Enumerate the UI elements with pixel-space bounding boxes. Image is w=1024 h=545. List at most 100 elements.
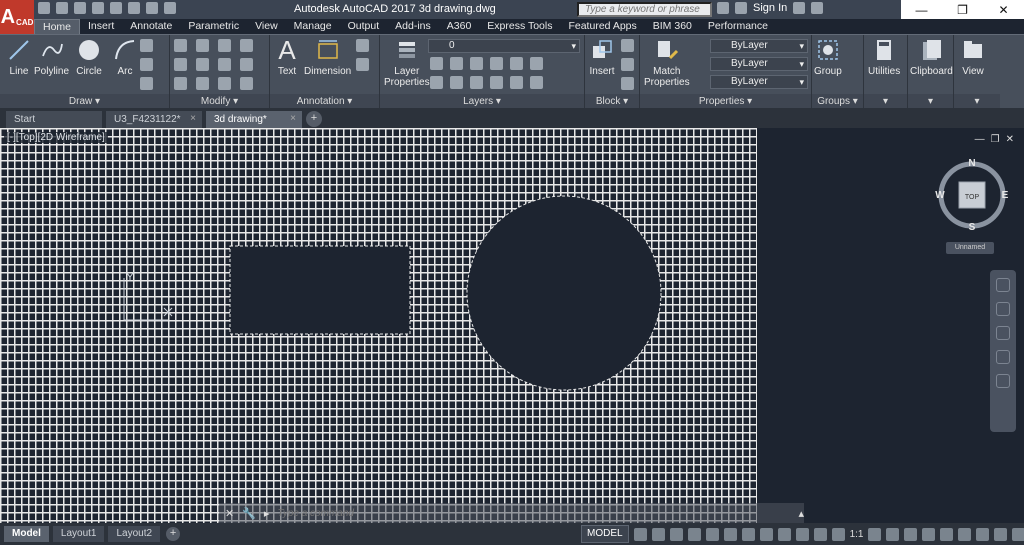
layer-unlock-icon[interactable]: [490, 76, 503, 89]
object-snap-icon[interactable]: [741, 527, 755, 541]
tab-featured-apps[interactable]: Featured Apps: [560, 19, 644, 34]
showmotion-icon[interactable]: [996, 374, 1010, 388]
steering-wheel-icon[interactable]: [996, 278, 1010, 292]
isodraft-icon[interactable]: [705, 527, 719, 541]
application-menu-button[interactable]: A CAD: [0, 0, 34, 34]
line-tool[interactable]: Line: [6, 37, 32, 77]
polyline-tool[interactable]: Polyline: [34, 37, 69, 77]
match-properties-tool[interactable]: Match Properties: [644, 37, 690, 88]
layer-on-icon[interactable]: [430, 76, 443, 89]
layer-thaw-icon[interactable]: [470, 76, 483, 89]
insert-tool[interactable]: Insert: [589, 37, 615, 77]
pan-icon[interactable]: [996, 302, 1010, 316]
selection-cycling-icon[interactable]: [795, 527, 809, 541]
transparency-icon[interactable]: [777, 527, 791, 541]
hatch-boundary-rectangle[interactable]: [229, 245, 411, 335]
offset-icon[interactable]: [240, 77, 253, 90]
layer-lock-icon[interactable]: [490, 57, 503, 70]
save-as-icon[interactable]: [92, 2, 104, 14]
viewport-restore-icon[interactable]: ❐: [991, 134, 1000, 145]
tab-bim360[interactable]: BIM 360: [645, 19, 700, 34]
restore-button[interactable]: ❐: [942, 0, 983, 19]
array-icon[interactable]: [218, 77, 231, 90]
search-input[interactable]: [577, 2, 712, 17]
plot-icon[interactable]: [110, 2, 122, 14]
tab-home[interactable]: Home: [34, 19, 81, 34]
doc-tab-3d-drawing[interactable]: 3d drawing* ×: [206, 111, 302, 128]
dimension-tool[interactable]: Dimension: [304, 37, 351, 77]
sign-in-link[interactable]: Sign In: [753, 2, 787, 14]
new-file-icon[interactable]: [38, 2, 50, 14]
quick-properties-icon[interactable]: [922, 527, 936, 541]
fillet-icon[interactable]: [218, 58, 231, 71]
command-close-icon[interactable]: ✕: [225, 507, 234, 520]
layer-off-icon[interactable]: [430, 57, 443, 70]
utilities-panel-label[interactable]: ▾: [864, 94, 907, 109]
layer-walk-icon[interactable]: [530, 76, 543, 89]
view-panel-label[interactable]: ▾: [954, 94, 1000, 109]
close-tab-icon[interactable]: ×: [190, 113, 196, 124]
draw-panel-label[interactable]: Draw ▾: [0, 94, 169, 109]
viewport-minimize-icon[interactable]: —: [975, 134, 985, 145]
scale-icon[interactable]: [196, 77, 209, 90]
edit-block-icon[interactable]: [621, 58, 634, 71]
clean-screen-icon[interactable]: [994, 527, 1008, 541]
rectangle-icon[interactable]: [140, 39, 153, 52]
annotation-panel-label[interactable]: Annotation ▾: [270, 94, 379, 109]
tab-add-ins[interactable]: Add-ins: [387, 19, 439, 34]
ortho-icon[interactable]: [669, 527, 683, 541]
drawing-canvas[interactable]: [-][Top][2D Wireframe]: [0, 128, 757, 523]
ellipse-icon[interactable]: [140, 77, 153, 90]
group-tool[interactable]: Group: [814, 37, 842, 77]
command-customize-icon[interactable]: 🔧: [242, 507, 256, 520]
help-icon[interactable]: [811, 2, 824, 14]
properties-panel-label[interactable]: Properties ▾: [640, 94, 811, 109]
circle-tool[interactable]: Circle: [76, 37, 102, 77]
rotate-icon[interactable]: [196, 39, 209, 52]
explode-icon[interactable]: [240, 58, 253, 71]
linetype-dropdown[interactable]: ByLayer: [710, 57, 808, 71]
view-tool[interactable]: View: [960, 37, 986, 77]
color-dropdown[interactable]: ByLayer: [710, 39, 808, 53]
units-icon[interactable]: [904, 527, 918, 541]
copy-icon[interactable]: [174, 58, 187, 71]
layer-properties-tool[interactable]: Layer Properties: [384, 37, 430, 88]
orbit-icon[interactable]: [996, 350, 1010, 364]
command-input[interactable]: [277, 507, 791, 519]
ucs-dropdown[interactable]: Unnamed: [946, 242, 994, 254]
minimize-button[interactable]: —: [901, 0, 942, 19]
leader-icon[interactable]: [356, 39, 369, 52]
viewport-close-icon[interactable]: ✕: [1006, 134, 1014, 145]
user-icon[interactable]: [735, 2, 747, 14]
clipboard-tool[interactable]: Clipboard: [910, 37, 953, 77]
layer-dropdown[interactable]: 0: [428, 39, 580, 53]
move-icon[interactable]: [174, 39, 187, 52]
auto-scale-icon[interactable]: [831, 527, 845, 541]
layout-tab-model[interactable]: Model: [4, 526, 49, 542]
command-history-icon[interactable]: ▴: [798, 507, 804, 520]
close-tab-icon[interactable]: ×: [290, 113, 296, 124]
groups-panel-label[interactable]: Groups ▾: [812, 94, 863, 109]
annotation-visibility-icon[interactable]: [813, 527, 827, 541]
block-panel-label[interactable]: Block ▾: [585, 94, 639, 109]
annotation-scale[interactable]: 1:1: [850, 529, 864, 540]
workspace-gear-icon[interactable]: [868, 527, 882, 541]
modify-panel-label[interactable]: Modify ▾: [170, 94, 269, 109]
grid-icon[interactable]: [633, 527, 647, 541]
redo-icon[interactable]: [146, 2, 158, 14]
arc-tool[interactable]: Arc: [112, 37, 138, 77]
lineweight-dropdown[interactable]: ByLayer: [710, 75, 808, 89]
hardware-acceleration-icon[interactable]: [976, 527, 990, 541]
create-block-icon[interactable]: [621, 39, 634, 52]
layers-panel-label[interactable]: Layers ▾: [380, 94, 584, 109]
isolate-objects-icon[interactable]: [958, 527, 972, 541]
viewport-controls-label[interactable]: [-][Top][2D Wireframe]: [4, 132, 108, 143]
table-icon[interactable]: [356, 58, 369, 71]
exchange-apps-icon[interactable]: [793, 2, 806, 14]
close-button[interactable]: ✕: [983, 0, 1024, 19]
tab-parametric[interactable]: Parametric: [180, 19, 247, 34]
snap-icon[interactable]: [651, 527, 665, 541]
layer-previous-icon[interactable]: [530, 57, 543, 70]
undo-icon[interactable]: [128, 2, 140, 14]
layer-freeze-icon[interactable]: [470, 57, 483, 70]
